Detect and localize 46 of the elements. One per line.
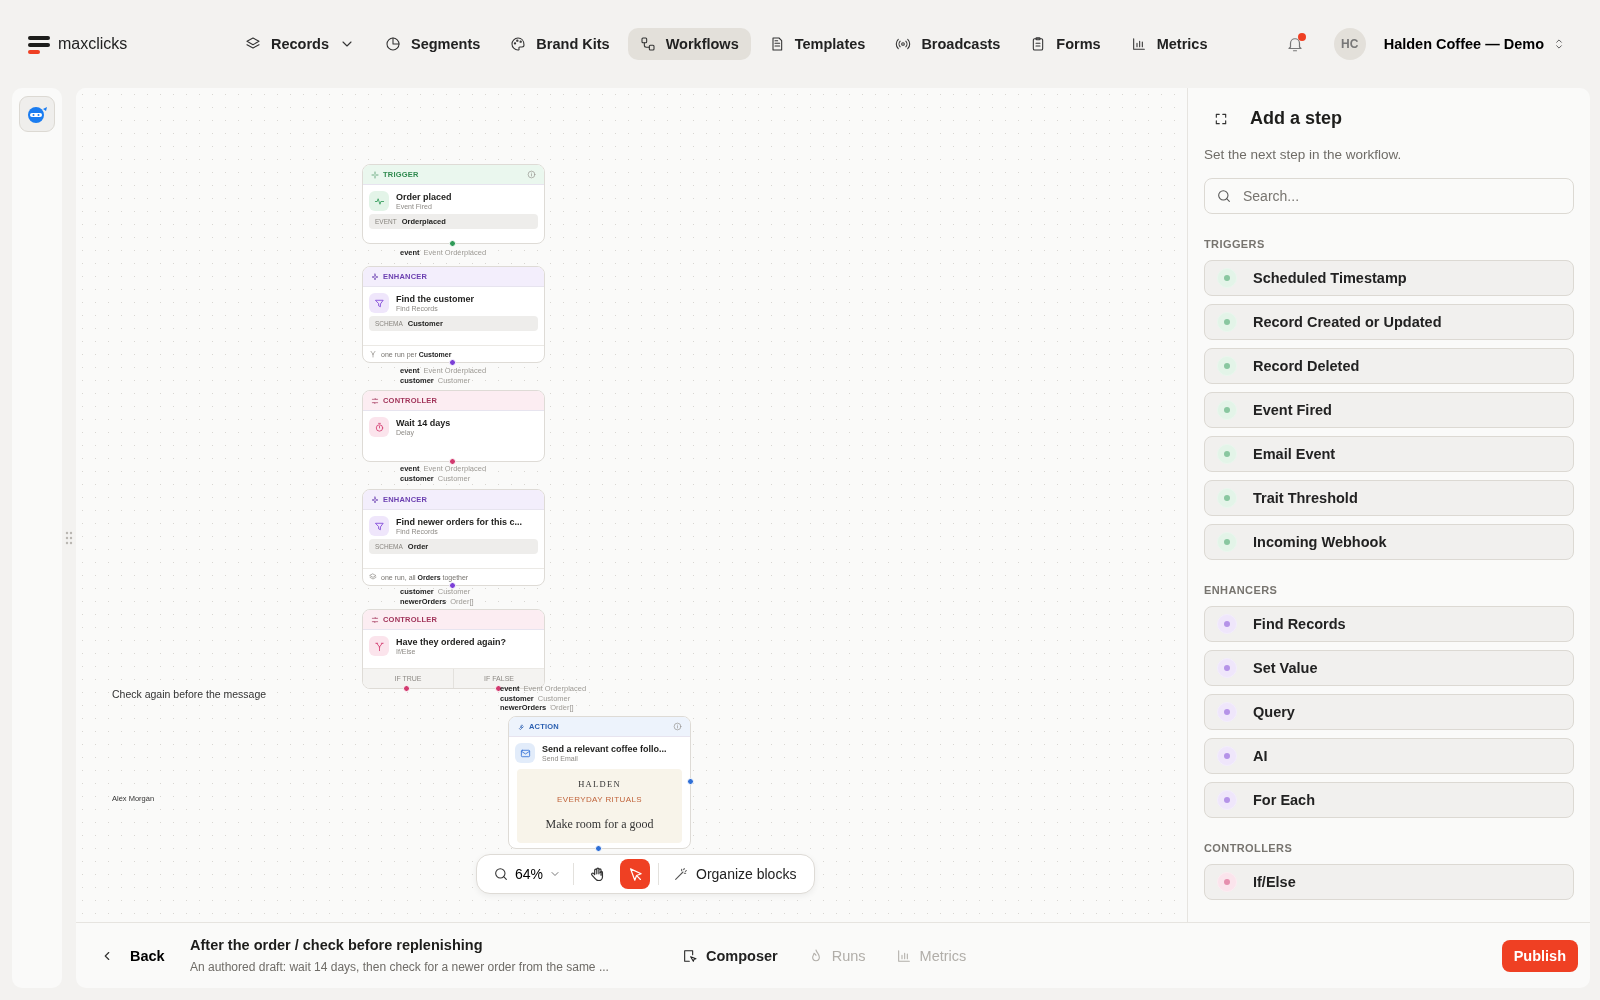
- section-heading: TRIGGERS: [1204, 238, 1266, 250]
- canvas-note: Check again before the message: [112, 688, 267, 700]
- email-brand: HALDEN: [578, 779, 621, 789]
- email-headline: Make room for a good: [545, 817, 654, 832]
- workflow-title: After the order / check before replenishing: [190, 937, 484, 953]
- nav-tab[interactable]: Forms: [1018, 28, 1113, 60]
- node-title: Send a relevant coffee follo...: [542, 744, 667, 754]
- node-title: Find the customer: [396, 294, 474, 304]
- section-heading: CONTROLLERS: [1204, 842, 1294, 854]
- step-option[interactable]: Scheduled Timestamp: [1204, 260, 1574, 296]
- nav-tab[interactable]: Metrics: [1118, 28, 1220, 60]
- logo-text[interactable]: maxclicks: [58, 35, 128, 53]
- nav-tab[interactable]: Workflows: [627, 28, 751, 60]
- organize-button[interactable]: Organize blocks: [667, 865, 803, 883]
- workflow-description: An authored draft: wait 14 days, then check for a newer order from the same ...: [190, 960, 610, 974]
- step-option[interactable]: Set Value: [1204, 650, 1574, 686]
- step-option[interactable]: Event Fired: [1204, 392, 1574, 428]
- search-field[interactable]: Search...: [1204, 178, 1574, 214]
- step-option[interactable]: Record Created or Updated: [1204, 304, 1574, 340]
- back-button[interactable]: Back: [94, 946, 190, 965]
- step-option[interactable]: AI: [1204, 738, 1574, 774]
- nav-tab[interactable]: Records: [233, 28, 368, 60]
- email-tagline: EVERYDAY RITUALS: [556, 795, 643, 805]
- nav-tab[interactable]: Templates: [756, 28, 878, 60]
- node-title: Have they ordered again?: [396, 637, 507, 647]
- panel-subtitle: Set the next step in the workflow.: [1204, 147, 1403, 162]
- step-option[interactable]: If/Else: [1204, 864, 1574, 900]
- zoom-control[interactable]: 64%: [489, 866, 566, 882]
- footer-tab[interactable]: Composer: [676, 941, 784, 970]
- nav-tab[interactable]: Broadcasts: [883, 28, 1013, 60]
- nav-tab[interactable]: Brand Kits: [498, 28, 622, 60]
- node-title: Find newer orders for this c...: [396, 517, 523, 527]
- step-option[interactable]: Query: [1204, 694, 1574, 730]
- section-heading: ENHANCERS: [1204, 584, 1279, 596]
- step-option[interactable]: Record Deleted: [1204, 348, 1574, 384]
- node-title: Wait 14 days: [396, 418, 451, 428]
- publish-button[interactable]: Publish: [1501, 939, 1578, 972]
- nav-tab[interactable]: Segments: [373, 28, 493, 60]
- step-option[interactable]: Email Event: [1204, 436, 1574, 472]
- step-option[interactable]: For Each: [1204, 782, 1574, 818]
- node-title: Order placed: [396, 192, 452, 202]
- panel-title: Add a step: [1250, 108, 1342, 129]
- account-switcher[interactable]: Halden Coffee — Demo: [1377, 35, 1572, 53]
- step-option[interactable]: Trait Threshold: [1204, 480, 1574, 516]
- step-option[interactable]: Find Records: [1204, 606, 1574, 642]
- step-option[interactable]: Incoming Webhook: [1204, 524, 1574, 560]
